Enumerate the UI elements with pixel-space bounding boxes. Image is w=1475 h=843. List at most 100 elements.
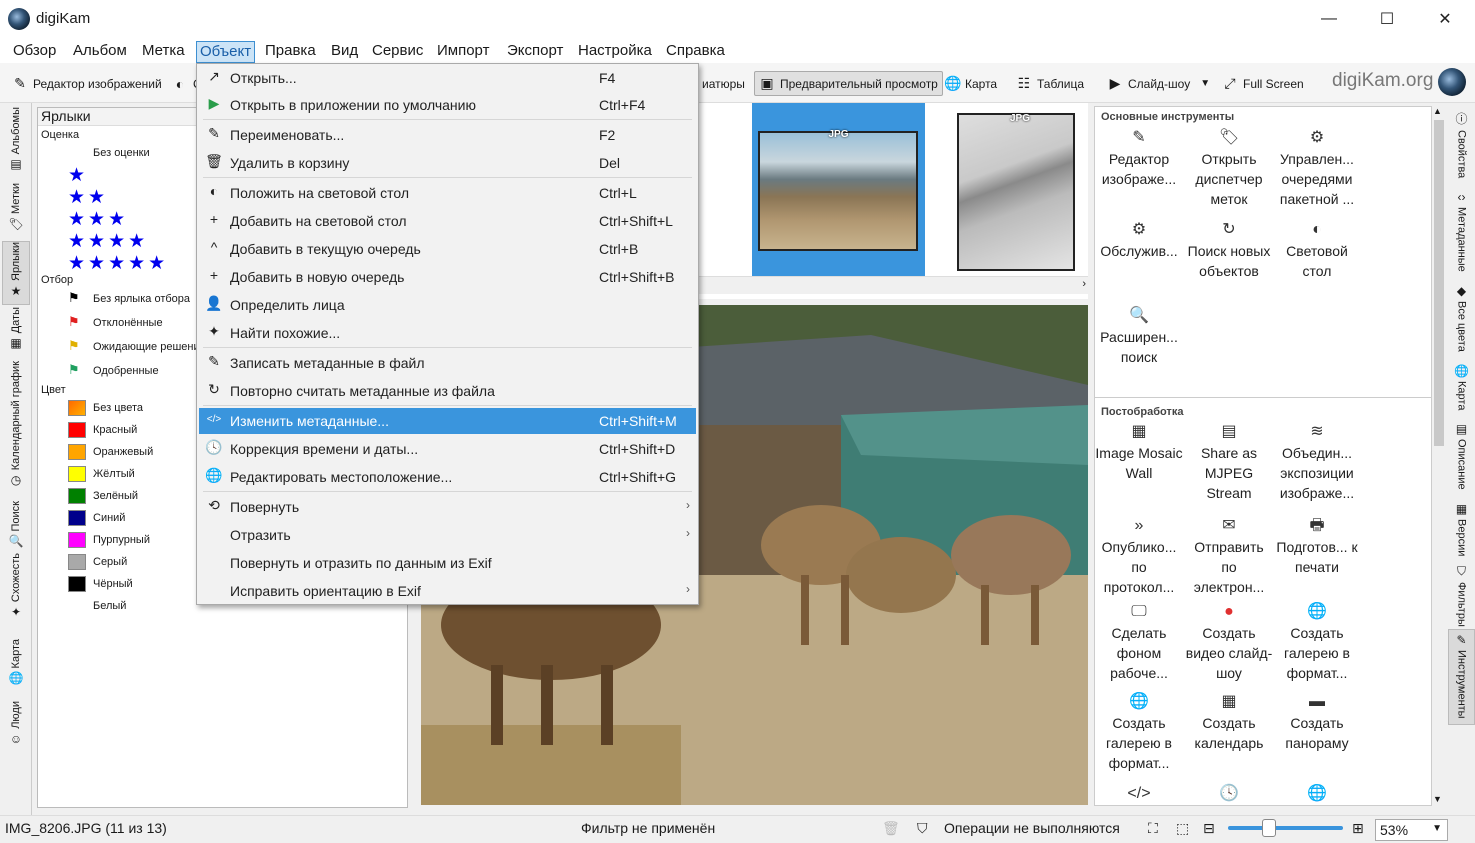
tab-albums[interactable]: Альбомы ▤ bbox=[2, 107, 30, 179]
menu-tag[interactable]: Метка bbox=[139, 41, 188, 63]
color-label-item[interactable]: Чёрный bbox=[93, 578, 133, 590]
maximize-button[interactable]: ☐ bbox=[1358, 0, 1416, 38]
menu-entry[interactable]: </> Изменить метаданные... Ctrl+Shift+M bbox=[199, 408, 696, 434]
menu-entry[interactable]: ✎ Записать метаданные в файл bbox=[199, 350, 696, 376]
color-label-item[interactable]: Пурпурный bbox=[93, 534, 150, 546]
color-label-item[interactable]: Жёлтый bbox=[93, 468, 135, 480]
tool-item[interactable]: ✎ Редактор изображе... bbox=[1095, 127, 1183, 189]
tool-item[interactable]: ▤ Share as MJPEG Stream bbox=[1185, 421, 1273, 503]
color-label-item[interactable]: Без цвета bbox=[93, 402, 143, 414]
menu-entry[interactable]: ⟲ Повернуть › bbox=[199, 494, 696, 520]
tool-item[interactable]: ▬ Создать панораму bbox=[1273, 691, 1361, 753]
tab-colors[interactable]: ◆ Все цвета bbox=[1448, 281, 1475, 359]
menu-item[interactable]: Объект bbox=[196, 41, 256, 63]
rating-2-stars[interactable]: ★★ bbox=[68, 186, 108, 209]
tool-item[interactable]: ▦ Image Mosaic Wall bbox=[1095, 421, 1183, 483]
menu-entry[interactable]: 👤 Определить лица bbox=[199, 292, 696, 318]
tool-item[interactable]: 🔍 Расширен... поиск bbox=[1095, 305, 1183, 367]
tool-item[interactable]: ▦ Создать календарь bbox=[1185, 691, 1273, 753]
menu-entry[interactable]: Повернуть и отразить по данным из Exif bbox=[199, 550, 696, 576]
zoom-out-icon[interactable]: ⊟ bbox=[1203, 820, 1215, 837]
color-label-item[interactable]: Оранжевый bbox=[93, 446, 153, 458]
menu-entry[interactable]: ◐ Положить на световой стол Ctrl+L bbox=[199, 180, 696, 206]
rating-3-stars[interactable]: ★★★ bbox=[68, 208, 128, 231]
tab-versions[interactable]: ▦ Версии bbox=[1448, 499, 1475, 559]
chevron-down-icon[interactable]: ▼ bbox=[1432, 823, 1442, 834]
menu-entry[interactable]: ^ Добавить в текущую очередь Ctrl+B bbox=[199, 236, 696, 262]
tab-search[interactable]: Поиск 🔍 bbox=[2, 501, 30, 551]
tools-scrollbar[interactable]: ▲ ▼ bbox=[1432, 106, 1446, 806]
close-button[interactable]: ✕ bbox=[1416, 0, 1474, 38]
tool-item[interactable]: 🖶 Подготов... к печати bbox=[1273, 515, 1361, 577]
actual-size-icon[interactable]: ⬚ bbox=[1176, 820, 1189, 837]
chevron-down-icon[interactable]: ▼ bbox=[1200, 78, 1210, 89]
tab-map[interactable]: Карта 🌐 bbox=[2, 639, 30, 699]
pick-rejected-item[interactable]: Отклонённые bbox=[93, 317, 163, 329]
thumbnail-item-selected[interactable]: JPG bbox=[752, 103, 925, 276]
color-label-item[interactable]: Белый bbox=[93, 600, 126, 612]
menu-browse[interactable]: Обзор bbox=[10, 41, 59, 63]
menu-entry[interactable]: ▶ Открыть в приложении по умолчанию Ctrl+F… bbox=[199, 92, 696, 118]
zoom-combo[interactable]: 53% ▼ bbox=[1375, 819, 1448, 841]
tool-item[interactable]: 🌐 Создать галерею в формат... bbox=[1095, 691, 1183, 773]
table-button[interactable]: ☷ Таблица bbox=[1012, 71, 1088, 96]
tool-item[interactable]: ↻ Поиск новых объектов bbox=[1185, 219, 1273, 281]
tab-tools[interactable]: ✎ Инструменты bbox=[1448, 629, 1475, 725]
image-editor-button[interactable]: ✎ Редактор изображений bbox=[8, 71, 166, 96]
tool-item[interactable]: 🕓 bbox=[1185, 783, 1273, 805]
preview-button[interactable]: ▣ Предварительный просмотр bbox=[754, 71, 943, 96]
tab-dates[interactable]: Даты ▦ bbox=[2, 307, 30, 359]
tool-item[interactable]: 🏷 Открыть диспетчер меток bbox=[1185, 127, 1273, 209]
tab-timeline[interactable]: Календарный график ◷ bbox=[2, 361, 30, 499]
tab-description[interactable]: ▤ Описание bbox=[1448, 419, 1475, 501]
no-rating-item[interactable]: Без оценки bbox=[93, 147, 150, 159]
tab-filters[interactable]: ⛉ Фильтры bbox=[1448, 561, 1475, 627]
menu-entry[interactable]: ↗ Открыть... F4 bbox=[199, 65, 696, 91]
tool-item[interactable]: 🌐 Создать галерею в формат... bbox=[1273, 601, 1361, 683]
menu-import[interactable]: Импорт bbox=[434, 41, 492, 63]
color-label-item[interactable]: Серый bbox=[93, 556, 127, 568]
thumbnails-button[interactable]: иатюры bbox=[698, 71, 749, 96]
color-label-item[interactable]: Синий bbox=[93, 512, 125, 524]
menu-entry[interactable]: ✎ Переименовать... F2 bbox=[199, 122, 696, 148]
tab-tags[interactable]: Метки 🏷 bbox=[2, 183, 30, 243]
tool-item[interactable]: ⚙ Обслужив... bbox=[1095, 219, 1183, 261]
tab-people[interactable]: Люди ☺ bbox=[2, 701, 30, 755]
menu-album[interactable]: Альбом bbox=[70, 41, 130, 63]
menu-settings[interactable]: Настройка bbox=[575, 41, 655, 63]
tab-map-right[interactable]: 🌐 Карта bbox=[1448, 361, 1475, 421]
scroll-thumb[interactable] bbox=[1434, 120, 1444, 446]
menu-tools[interactable]: Сервис bbox=[369, 41, 426, 63]
menu-entry[interactable]: Исправить ориентацию в Exif › bbox=[199, 578, 696, 604]
menu-export[interactable]: Экспорт bbox=[504, 41, 566, 63]
zoom-in-icon[interactable]: ⊞ bbox=[1352, 820, 1364, 837]
tool-item[interactable]: </> bbox=[1095, 783, 1183, 805]
tool-item[interactable]: ◐ Световой стол bbox=[1273, 219, 1361, 281]
menu-entry[interactable]: 🌐 Редактировать местоположение... Ctrl+Shi… bbox=[199, 464, 696, 490]
brand-link[interactable]: digiKam.org bbox=[1332, 70, 1433, 92]
scroll-right-icon[interactable]: › bbox=[1082, 278, 1086, 290]
color-label-item[interactable]: Зелёный bbox=[93, 490, 138, 502]
trash-icon[interactable]: 🗑 bbox=[882, 820, 900, 837]
pick-accepted-item[interactable]: Одобренные bbox=[93, 365, 159, 377]
menu-entry[interactable]: ↻ Повторно считать метаданные из файла bbox=[199, 378, 696, 404]
menu-entry[interactable]: ✦ Найти похожие... bbox=[199, 320, 696, 346]
minimize-button[interactable]: — bbox=[1300, 0, 1358, 38]
tool-item[interactable]: 🌐 bbox=[1273, 783, 1361, 805]
fullscreen-button[interactable]: ⤢ Full Screen bbox=[1218, 71, 1308, 96]
menu-help[interactable]: Справка bbox=[663, 41, 728, 63]
tool-item[interactable]: ✉ Отправить по электрон... bbox=[1185, 515, 1273, 597]
map-button[interactable]: 🌐 Карта bbox=[940, 71, 1001, 96]
thumbnail-item[interactable]: JPG bbox=[955, 108, 1085, 271]
filter-icon[interactable]: ⛉ bbox=[917, 820, 928, 837]
rating-4-stars[interactable]: ★★★★ bbox=[68, 230, 148, 253]
menu-view[interactable]: Вид bbox=[328, 41, 361, 63]
tab-metadata[interactable]: ‹› Метаданные bbox=[1448, 187, 1475, 279]
slideshow-button[interactable]: ▶ Слайд-шоу ▼ bbox=[1103, 71, 1214, 96]
zoom-slider-handle[interactable] bbox=[1262, 819, 1276, 837]
tab-similarity[interactable]: Схожесть ✦ bbox=[2, 553, 30, 637]
rating-5-stars[interactable]: ★★★★★ bbox=[68, 252, 168, 275]
pick-none-item[interactable]: Без ярлыка отбора bbox=[93, 293, 190, 305]
color-label-item[interactable]: Красный bbox=[93, 424, 137, 436]
tool-item[interactable]: ⚙ Управлен... очередями пакетной ... bbox=[1273, 127, 1361, 209]
